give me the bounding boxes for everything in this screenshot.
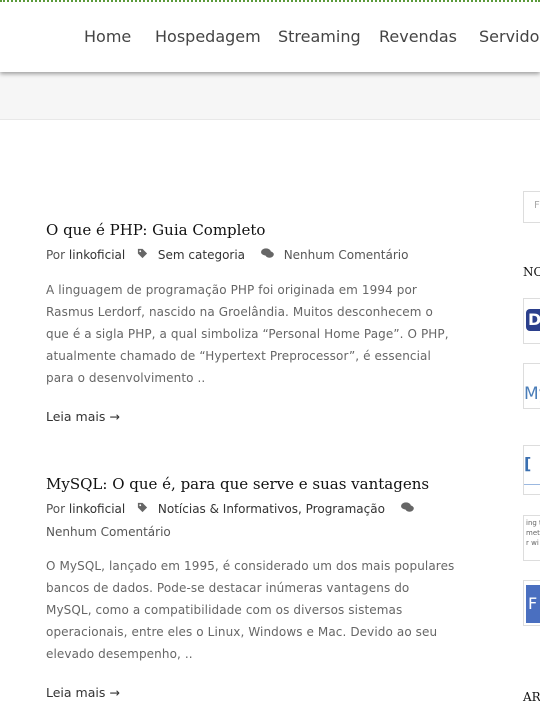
nav-revendas[interactable]: Revendas xyxy=(379,27,457,46)
page-title-bar xyxy=(0,72,540,120)
sidebar-post-thumbnail[interactable]: D xyxy=(523,298,540,344)
by-label: Por xyxy=(46,502,66,516)
sidebar-heading-archives: AR xyxy=(523,690,540,704)
post-excerpt: O MySQL, lançado em 1995, é considerado … xyxy=(46,559,455,661)
sidebar-post-thumbnail[interactable]: F xyxy=(523,580,540,626)
post-category-link[interactable]: Sem categoria xyxy=(158,248,245,262)
post-card: MySQL: O que é, para que serve e suas va… xyxy=(46,475,456,700)
nav-servidores[interactable]: Servidores xyxy=(479,27,540,46)
post-author-link[interactable]: linkoficial xyxy=(69,502,125,516)
post-card: O que é PHP: Guia Completo Por linkofici… xyxy=(46,221,456,424)
sidebar-heading-news: NO xyxy=(523,265,540,279)
search-placeholder: F xyxy=(534,200,540,211)
tag-icon xyxy=(137,245,148,267)
nav-hospedagem[interactable]: Hospedagem xyxy=(155,27,261,46)
nav-streaming[interactable]: Streaming xyxy=(278,27,361,46)
post-title[interactable]: MySQL: O que é, para que serve e suas va… xyxy=(46,475,456,493)
post-excerpt: A linguagem de programação PHP foi origi… xyxy=(46,283,449,385)
thumb-label: ing t met r wi xyxy=(526,519,540,547)
thumb-label: F xyxy=(528,594,538,613)
post-author-link[interactable]: linkoficial xyxy=(69,248,125,262)
sidebar-post-thumbnail[interactable]: ing t met r wi xyxy=(523,515,540,561)
top-navigation-bar: Home Hospedagem Streaming Revendas Servi… xyxy=(0,0,540,72)
thumb-label: D xyxy=(528,310,540,329)
post-comments-link[interactable]: Nenhum Comentário xyxy=(284,248,409,262)
post-category-link[interactable]: Notícias & Informativos xyxy=(158,502,298,516)
tag-icon xyxy=(137,499,148,521)
read-more-link[interactable]: Leia mais → xyxy=(46,685,456,700)
by-label: Por xyxy=(46,248,66,262)
thumb-label: My xyxy=(524,384,540,404)
post-meta: Por linkoficial Notícias & Informativos,… xyxy=(46,498,456,543)
sidebar-search-input[interactable]: F xyxy=(523,191,540,223)
comments-icon xyxy=(400,499,414,521)
post-meta: Por linkoficial Sem categoria Nenhum Com… xyxy=(46,244,456,267)
post-title[interactable]: O que é PHP: Guia Completo xyxy=(46,221,456,239)
category-separator: , xyxy=(298,502,302,516)
post-category-link[interactable]: Programação xyxy=(306,502,385,516)
read-more-link[interactable]: Leia mais → xyxy=(46,409,456,424)
sidebar-post-thumbnail[interactable]: My xyxy=(523,363,540,409)
nav-home[interactable]: Home xyxy=(84,27,131,46)
post-comments-link[interactable]: Nenhum Comentário xyxy=(46,525,171,539)
sidebar-post-thumbnail[interactable]: [ xyxy=(523,445,540,495)
thumb-label: [ xyxy=(524,454,532,473)
comments-icon xyxy=(260,245,274,267)
